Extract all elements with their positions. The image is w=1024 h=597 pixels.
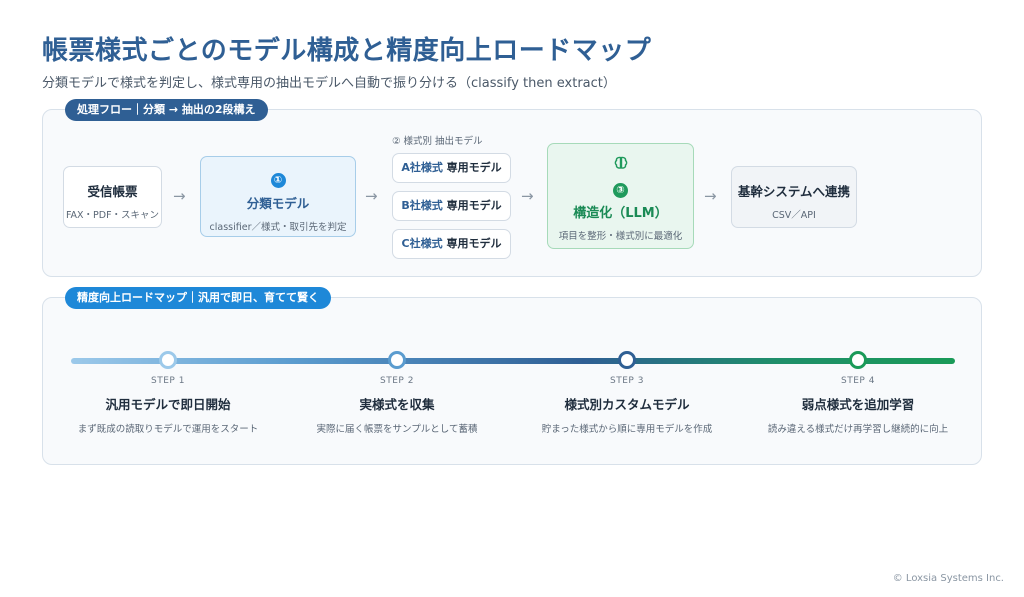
- arrow-right-icon: →: [173, 187, 186, 205]
- step-desc: まず既成の読取りモデルで運用をスタート: [77, 424, 259, 435]
- roadmap-step-1: STEP 1 汎用モデルで即日開始 まず既成の読取りモデルで運用をスタート: [58, 376, 278, 435]
- model-company: A社様式: [401, 161, 443, 174]
- receive-sub: FAX・PDF・スキャン: [65, 210, 160, 221]
- model-suffix: 専用モデル: [446, 237, 502, 250]
- step-dot: [388, 351, 406, 369]
- step-desc: 読み違える様式だけ再学習し継続的に向上: [767, 424, 949, 435]
- roadmap-step-4: STEP 4 弱点様式を追加学習 読み違える様式だけ再学習し継続的に向上: [748, 376, 968, 435]
- model-box-a: A社様式 専用モデル: [392, 153, 511, 183]
- flow-pill: 処理フロー｜分類 → 抽出の2段構え: [65, 99, 268, 121]
- arrow-right-icon: →: [521, 187, 534, 205]
- roadmap-pill: 精度向上ロードマップ｜汎用で即日、育てて賢く: [65, 287, 331, 309]
- step-label: STEP 4: [841, 376, 875, 386]
- roadmap-step-3: STEP 3 様式別カスタムモデル 貯まった様式から順に専用モデルを作成: [517, 376, 737, 435]
- receive-title: 受信帳票: [87, 184, 138, 199]
- page-subtitle: 分類モデルで様式を判定し、様式専用の抽出モデルへ自動で振り分ける（classif…: [42, 76, 616, 91]
- copyright: © Loxsia Systems Inc.: [892, 573, 1004, 584]
- step-desc: 実際に届く帳票をサンプルとして蓄積: [316, 424, 478, 435]
- step-title: 様式別カスタムモデル: [564, 397, 690, 412]
- step-title: 実様式を収集: [359, 397, 435, 412]
- brain-icon: [548, 155, 693, 175]
- core-sub: CSV／API: [772, 210, 816, 221]
- model-company: C社様式: [401, 237, 443, 250]
- step-label: STEP 3: [610, 376, 644, 386]
- roadmap-panel: 精度向上ロードマップ｜汎用で即日、育てて賢く STEP 1 汎用モデルで即日開始…: [42, 287, 982, 465]
- step-number-badge: ①: [270, 173, 286, 188]
- classifier-title: 分類モデル: [246, 196, 310, 211]
- step-label: STEP 1: [151, 376, 185, 386]
- arrow-right-icon: →: [365, 187, 378, 205]
- model-suffix: 専用モデル: [446, 161, 502, 174]
- classifier-box: ① 分類モデル classifier／様式・取引先を判定: [200, 156, 356, 237]
- models-label: ② 様式別 抽出モデル: [392, 136, 483, 147]
- step-dot: [159, 351, 177, 369]
- receive-box: 受信帳票 FAX・PDF・スキャン: [63, 166, 162, 228]
- model-box-c: C社様式 専用モデル: [392, 229, 511, 259]
- step-dot: [618, 351, 636, 369]
- llm-sub: 項目を整形・様式別に最適化: [558, 231, 683, 242]
- roadmap-timeline: [71, 358, 955, 364]
- step-label: STEP 2: [380, 376, 414, 386]
- step-title: 弱点様式を追加学習: [801, 397, 915, 412]
- step-number-badge: ③: [613, 183, 628, 198]
- roadmap-step-2: STEP 2 実様式を収集 実際に届く帳票をサンプルとして蓄積: [287, 376, 507, 435]
- classifier-sub: classifier／様式・取引先を判定: [209, 222, 347, 233]
- flow-panel: 処理フロー｜分類 → 抽出の2段構え 受信帳票 FAX・PDF・スキャン → ①…: [42, 99, 982, 277]
- core-system-box: 基幹システムへ連携 CSV／API: [731, 166, 857, 228]
- page-title: 帳票様式ごとのモデル構成と精度向上ロードマップ: [42, 36, 652, 66]
- llm-box: ③ 構造化（LLM） 項目を整形・様式別に最適化: [547, 143, 694, 249]
- model-company: B社様式: [401, 199, 443, 212]
- core-title: 基幹システムへ連携: [737, 184, 851, 199]
- model-box-b: B社様式 専用モデル: [392, 191, 511, 221]
- arrow-right-icon: →: [704, 187, 717, 205]
- step-dot: [849, 351, 867, 369]
- llm-title: 構造化（LLM）: [573, 206, 668, 221]
- step-desc: 貯まった様式から順に専用モデルを作成: [541, 424, 713, 435]
- model-suffix: 専用モデル: [446, 199, 502, 212]
- step-title: 汎用モデルで即日開始: [105, 397, 231, 412]
